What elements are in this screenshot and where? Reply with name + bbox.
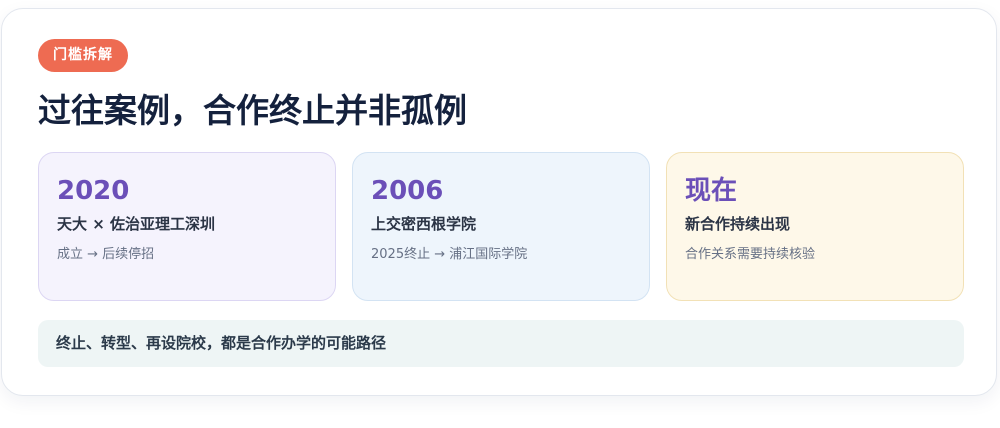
case-year: 2006 — [371, 176, 444, 206]
case-heading: 天大 × 佐治亚理工深圳 — [57, 215, 216, 233]
section-badge: 门槛拆解 — [38, 39, 128, 72]
summary-note: 终止、转型、再设院校，都是合作办学的可能路径 — [38, 320, 964, 367]
case-heading: 新合作持续出现 — [685, 215, 791, 233]
case-subtext: 2025终止 → 浦江国际学院 — [371, 247, 528, 262]
case-card-2006: 2006 上交密西根学院 2025终止 → 浦江国际学院 — [352, 152, 650, 301]
case-year: 现在 — [685, 176, 738, 206]
case-card-now: 现在 新合作持续出现 合作关系需要持续核验 — [666, 152, 964, 301]
case-heading: 上交密西根学院 — [371, 215, 477, 233]
content-card: 门槛拆解 过往案例，合作终止并非孤例 2020 天大 × 佐治亚理工深圳 成立 … — [1, 8, 997, 396]
case-subtext: 成立 → 后续停招 — [57, 247, 155, 262]
case-subtext: 合作关系需要持续核验 — [685, 247, 816, 262]
case-card-2020: 2020 天大 × 佐治亚理工深圳 成立 → 后续停招 — [38, 152, 336, 301]
page-title: 过往案例，合作终止并非孤例 — [38, 91, 467, 130]
case-year: 2020 — [57, 176, 130, 206]
